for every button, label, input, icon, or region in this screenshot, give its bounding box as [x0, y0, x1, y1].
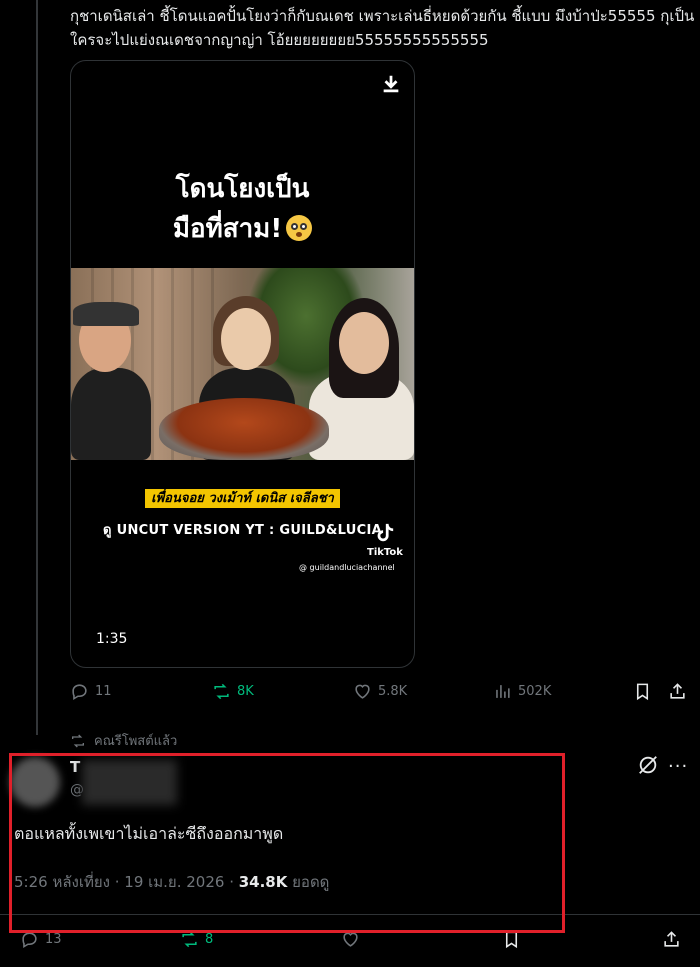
reply-actions-bar: 13 8 — [0, 930, 700, 956]
bookmark-button[interactable] — [633, 682, 652, 701]
reply-author-name[interactable]: T — [70, 758, 80, 776]
views-button[interactable]: 502K — [493, 682, 551, 701]
heart-icon — [355, 684, 370, 699]
video-player[interactable]: โดนโยงเป็น มือที่สาม! เพื่อนจอย วงเม้าท์… — [70, 60, 415, 668]
reply-timestamp[interactable]: 5:26 หลังเที่ยง · 19 เม.ย. 2026 · — [14, 873, 239, 891]
repost-button[interactable]: 8K — [212, 682, 254, 701]
reply-count: 11 — [95, 684, 112, 699]
reply-metadata: 5:26 หลังเที่ยง · 19 เม.ย. 2026 · 34.8K … — [14, 870, 329, 894]
reply-icon — [72, 684, 87, 701]
thread-connector-line — [36, 0, 38, 735]
post-text: กุชาเดนิสเล่า ชี้โดนแอคปั้นโยงว่าก็กับณเ… — [70, 7, 695, 49]
overlay-line-1: โดนโยงเป็น — [175, 174, 310, 204]
video-duration: 1:35 — [96, 631, 128, 647]
share-icon — [670, 683, 685, 699]
censored-username-blur — [82, 760, 177, 805]
post-actions-bar: 11 8K 5.8K 502K — [70, 682, 695, 708]
reply-button[interactable]: 11 — [70, 682, 112, 701]
repost-icon — [182, 931, 197, 948]
repost-count: 8 — [205, 932, 214, 947]
like-button[interactable] — [341, 930, 360, 949]
repost-count: 8K — [237, 684, 254, 699]
download-icon[interactable] — [380, 73, 402, 95]
reply-views-count: 34.8K — [238, 873, 288, 891]
repost-icon — [214, 683, 229, 700]
overlay-line-2: มือที่สาม! — [172, 214, 283, 244]
reply-text: ตอแหลทั้งเพเขาไม่เอาล่ะซีถึงออกมาพูด — [14, 824, 284, 843]
reposted-label[interactable]: คณรีโพสต์แล้ว — [70, 730, 177, 751]
reply-views-label: ยอดดู — [287, 873, 330, 891]
reply-icon — [22, 932, 37, 949]
video-caption-uncut: ดู UNCUT VERSION YT : GUILD&LUCIA — [103, 523, 382, 538]
reply-button[interactable]: 13 — [20, 930, 62, 949]
reply-count: 13 — [45, 932, 62, 947]
bookmark-button[interactable] — [502, 930, 521, 949]
bookmark-icon — [636, 683, 649, 701]
flushed-face-emoji-icon — [286, 215, 313, 241]
repost-button[interactable]: 8 — [180, 930, 213, 949]
divider — [0, 914, 700, 915]
bookmark-icon — [505, 931, 518, 949]
analytics-icon — [496, 685, 510, 698]
like-button[interactable]: 5.8K — [353, 682, 407, 701]
video-overlay-title: โดนโยงเป็น มือที่สาม! — [71, 169, 414, 249]
grok-icon[interactable] — [637, 754, 659, 776]
avatar[interactable] — [10, 757, 60, 807]
share-button[interactable] — [668, 682, 687, 701]
tiktok-handle: @ guildandluciachannel — [299, 563, 395, 572]
tiktok-logo-icon — [377, 523, 394, 542]
share-button[interactable] — [662, 930, 681, 949]
like-count: 5.8K — [378, 684, 408, 699]
video-scene-image — [71, 268, 414, 460]
heart-icon — [343, 932, 358, 947]
views-count: 502K — [518, 684, 552, 699]
more-options-icon[interactable]: ··· — [668, 756, 688, 777]
share-icon — [664, 931, 679, 947]
tiktok-name: TikTok — [367, 547, 403, 558]
video-caption-yellow: เพื่อนจอย วงเม้าท์ เดนิส เจลีลชา — [71, 487, 414, 508]
repost-icon — [72, 734, 84, 747]
